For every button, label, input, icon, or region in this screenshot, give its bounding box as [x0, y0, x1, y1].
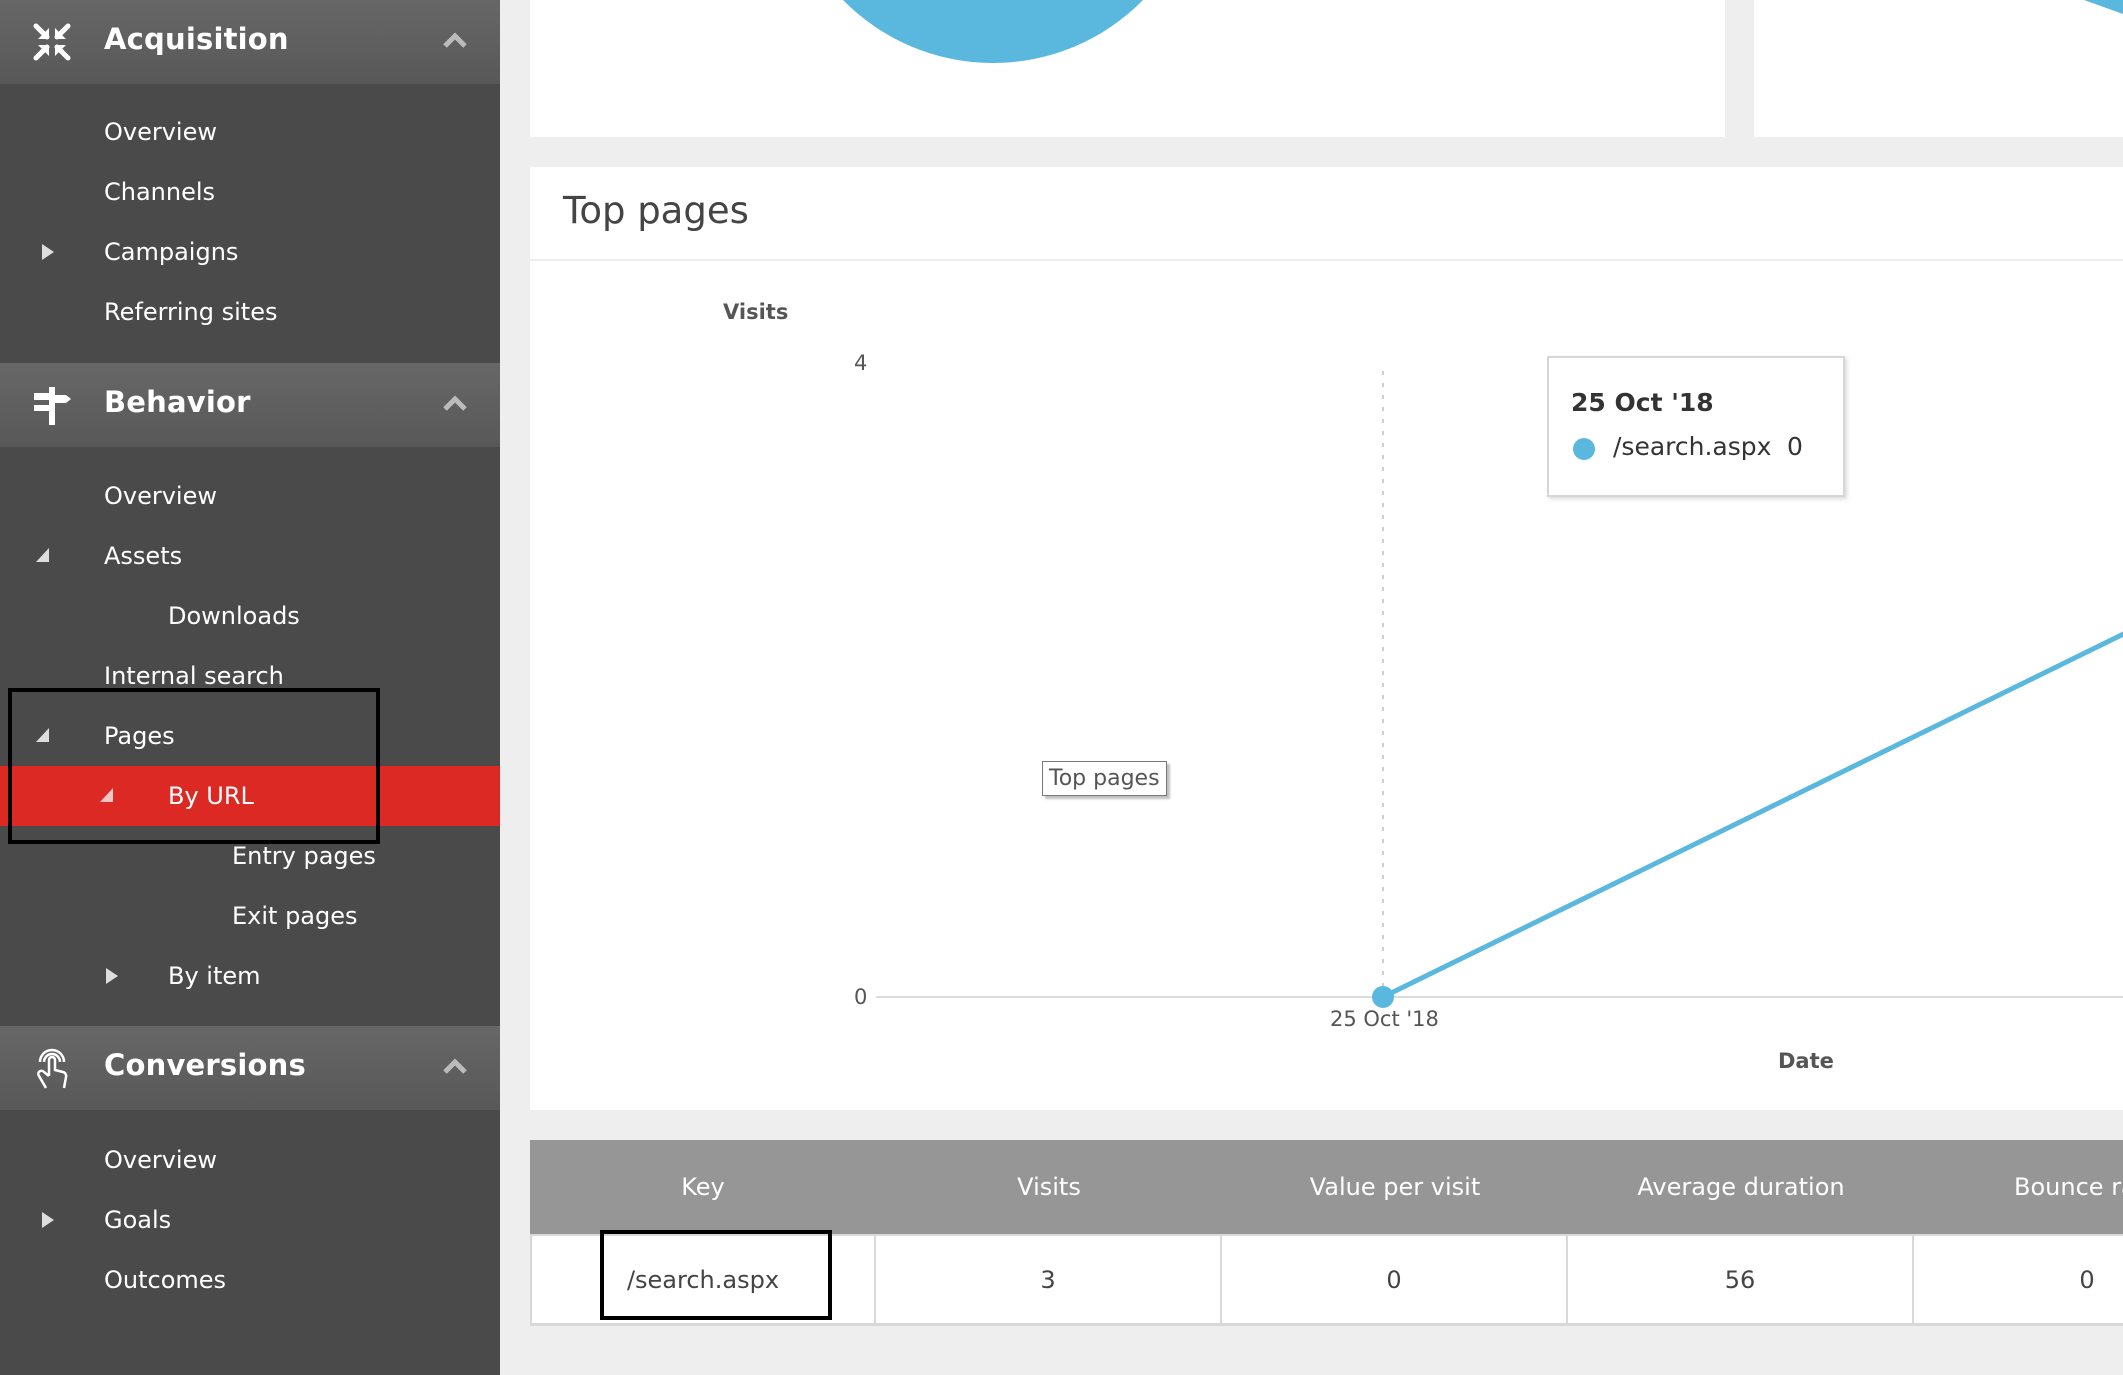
main-content: Top pages Visits Date 4 0 25 Oct '18 25 … [500, 0, 2123, 1375]
sidebar-item-referring-sites[interactable]: Referring sites [0, 282, 500, 342]
caret-right-icon[interactable] [104, 966, 122, 986]
table-row[interactable]: /search.aspx 3 0 56 0 [530, 1234, 2123, 1326]
nav-label: Exit pages [232, 902, 358, 930]
sidebar-item-goals[interactable]: Goals [0, 1190, 500, 1250]
sidebar-item-channels[interactable]: Channels [0, 162, 500, 222]
column-header-bounce-rate[interactable]: Bounce rate [1914, 1140, 2123, 1234]
sidebar-item-behavior-overview[interactable]: Overview [0, 466, 500, 526]
nav-label: Goals [104, 1206, 172, 1234]
tooltip-value: 0 [1787, 432, 1803, 461]
chevron-up-icon[interactable] [440, 1052, 470, 1082]
column-header-key[interactable]: Key [530, 1140, 876, 1234]
hover-title-tooltip: Top pages [1042, 761, 1167, 796]
section-title: Acquisition [104, 22, 289, 56]
nav-label: Overview [104, 1146, 217, 1174]
caret-expanded-icon[interactable] [34, 546, 52, 566]
compress-arrows-icon [33, 23, 71, 61]
nav-label: Channels [104, 178, 216, 206]
chevron-up-icon[interactable] [440, 389, 470, 419]
column-header-average-duration[interactable]: Average duration [1568, 1140, 1914, 1234]
series-line [1381, 631, 2123, 1000]
nav-label: Referring sites [104, 298, 278, 326]
chart-tooltip: 25 Oct '18 /search.aspx 0 [1547, 356, 1845, 497]
y-tick-label: 4 [854, 351, 868, 375]
nav-label: By item [168, 962, 261, 990]
cell-average-duration: 56 [1568, 1236, 1914, 1324]
nav-label: Overview [104, 118, 217, 146]
section-header-behavior[interactable]: Behavior [0, 363, 500, 447]
series-marker-icon [1573, 438, 1595, 460]
section-header-acquisition[interactable]: Acquisition [0, 0, 500, 84]
column-header-visits[interactable]: Visits [876, 1140, 1222, 1234]
nav-label: Assets [104, 542, 183, 570]
column-header-value-per-visit[interactable]: Value per visit [1222, 1140, 1568, 1234]
pie-slice [2084, 0, 2123, 14]
sidebar-item-by-item[interactable]: By item [0, 946, 500, 1006]
sidebar-item-downloads[interactable]: Downloads [0, 586, 500, 646]
cell-visits: 3 [876, 1236, 1222, 1324]
section-header-conversions[interactable]: Conversions [0, 1026, 500, 1110]
tooltip-series-name: /search.aspx [1613, 432, 1772, 461]
sidebar: Acquisition Overview Channels Campaigns … [0, 0, 500, 1375]
cell-key[interactable]: /search.aspx [530, 1236, 876, 1324]
tooltip-date: 25 Oct '18 [1571, 388, 1714, 417]
nav-label: Pages [104, 722, 175, 750]
data-point [1372, 986, 1394, 1008]
sidebar-item-entry-pages[interactable]: Entry pages [0, 826, 500, 886]
nav-label: Downloads [168, 602, 300, 630]
y-axis-title: Visits [723, 300, 789, 324]
sidebar-item-conversions-overview[interactable]: Overview [0, 1130, 500, 1190]
x-tick-label: 25 Oct '18 [1330, 1007, 1439, 1031]
section-title: Conversions [104, 1048, 306, 1082]
nav-label: Outcomes [104, 1266, 227, 1294]
section-title: Behavior [104, 385, 251, 419]
nav-label: Campaigns [104, 238, 239, 266]
sidebar-item-outcomes[interactable]: Outcomes [0, 1250, 500, 1310]
caret-expanded-icon[interactable] [34, 726, 52, 746]
touch-hand-icon [37, 1048, 68, 1089]
caret-right-icon[interactable] [40, 1210, 58, 1230]
caret-right-icon[interactable] [40, 242, 58, 262]
nav-label: Overview [104, 482, 217, 510]
x-axis-title: Date [1778, 1049, 1834, 1073]
nav-label: Entry pages [232, 842, 376, 870]
sidebar-item-assets[interactable]: Assets [0, 526, 500, 586]
sidebar-item-internal-search[interactable]: Internal search [0, 646, 500, 706]
top-pages-panel: Top pages Visits Date 4 0 25 Oct '18 25 … [530, 167, 2123, 1110]
pie-chart-left [843, 0, 1143, 64]
chevron-up-icon[interactable] [440, 26, 470, 56]
caret-expanded-icon[interactable] [98, 786, 116, 806]
table-header: Key Visits Value per visit Average durat… [530, 1140, 2123, 1234]
sidebar-item-campaigns[interactable]: Campaigns [0, 222, 500, 282]
cell-value-per-visit: 0 [1222, 1236, 1568, 1324]
y-tick-label: 0 [854, 985, 868, 1009]
pie-chart-right [2084, 0, 2123, 14]
pie-chart-panel-right [1754, 0, 2123, 137]
sidebar-item-by-url[interactable]: By URL [0, 766, 500, 826]
nav-label: Internal search [104, 662, 284, 690]
cell-bounce-rate: 0 [2079, 1266, 2095, 1294]
pie-slice [843, 0, 1143, 64]
sidebar-item-exit-pages[interactable]: Exit pages [0, 886, 500, 946]
nav-label: By URL [168, 782, 254, 810]
sidebar-item-acquisition-overview[interactable]: Overview [0, 102, 500, 162]
signpost-icon [34, 387, 71, 425]
pie-chart-panel-left [530, 0, 1725, 137]
sidebar-item-pages[interactable]: Pages [0, 706, 500, 766]
